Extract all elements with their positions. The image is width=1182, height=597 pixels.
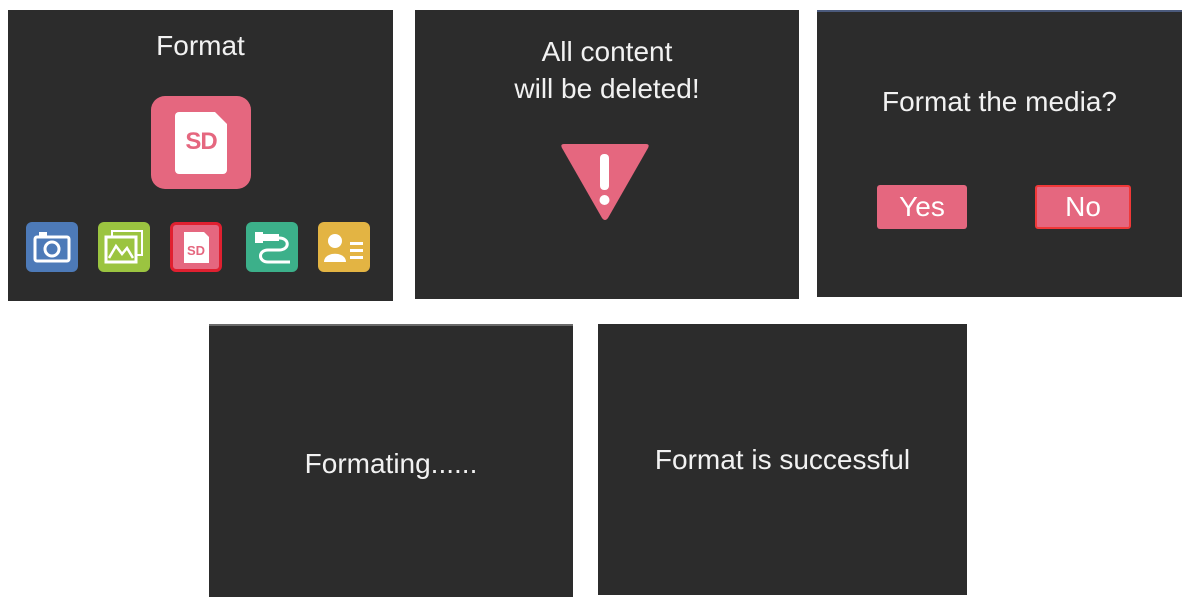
success-screen: Format is successful (598, 324, 967, 595)
camera-icon[interactable] (26, 222, 78, 272)
confirm-question: Format the media? (882, 86, 1117, 117)
sd-menu-icon-label: SD (187, 243, 205, 258)
sd-card-menu-icon[interactable]: SD (170, 222, 222, 272)
confirm-screen: Format the media? Yes No (817, 10, 1182, 297)
formatting-screen: Formating...... (209, 324, 573, 597)
gallery-icon[interactable] (98, 222, 150, 272)
success-message: Format is successful (654, 444, 911, 475)
no-button[interactable]: No (1035, 185, 1131, 229)
formatting-status: Formating...... (304, 448, 478, 479)
sd-card-label: SD (185, 128, 217, 155)
usb-icon[interactable] (246, 222, 298, 272)
warning-line-2: will be deleted! (514, 73, 700, 104)
contact-icon[interactable] (318, 222, 370, 272)
screen-title: Format (156, 30, 245, 61)
warning-screen: All content will be deleted! (415, 10, 799, 299)
warning-line-1: All content (541, 36, 673, 67)
format-menu-screen: Format SD SD (8, 10, 393, 301)
sd-card-icon: SD (151, 96, 251, 189)
warning-triangle-icon (558, 140, 652, 227)
yes-button[interactable]: Yes (877, 185, 967, 229)
